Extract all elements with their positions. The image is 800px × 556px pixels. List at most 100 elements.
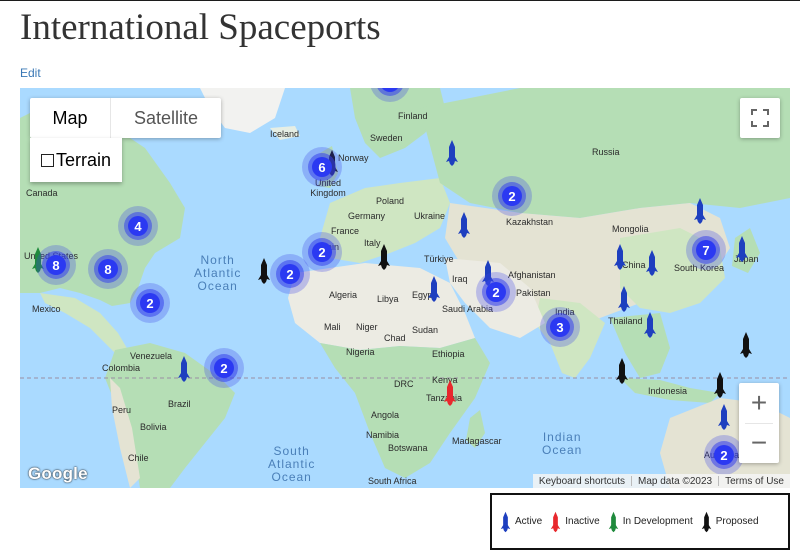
rocket-marker-proposed[interactable] (257, 258, 271, 284)
rocket-marker-active[interactable] (645, 250, 659, 276)
cluster-marker[interactable]: 4 (118, 206, 158, 246)
rocket-marker-proposed[interactable] (713, 372, 727, 398)
zoom-control: + − (739, 383, 779, 463)
country-label: France (331, 226, 360, 236)
map-data-text: Map data ©2023 (638, 475, 713, 487)
country-label: Afghanistan (508, 270, 556, 280)
legend-label: In Development (622, 516, 693, 527)
terrain-checkbox[interactable] (41, 153, 54, 167)
ocean-label: South Atlantic Ocean (268, 444, 316, 484)
fullscreen-icon (751, 109, 769, 127)
zoom-divider (745, 423, 773, 424)
country-label: South Africa (368, 476, 417, 486)
plus-icon: + (750, 387, 768, 418)
rocket-marker-active[interactable] (617, 286, 631, 312)
country-label: Russia (592, 147, 620, 157)
rocket-icon-in-development (608, 511, 618, 532)
minus-icon: − (750, 427, 768, 458)
country-label: Botswana (388, 443, 428, 453)
legend-label: Active (515, 516, 543, 527)
country-label: Brazil (168, 399, 191, 409)
legend-label: Inactive (565, 516, 600, 527)
country-label: Mongolia (612, 224, 649, 234)
country-label: Libya (377, 294, 399, 304)
country-label: Niger (356, 322, 378, 332)
cluster-marker[interactable]: 2 (204, 348, 244, 388)
cluster-marker[interactable]: 2 (476, 272, 516, 312)
rocket-marker-active[interactable] (457, 212, 471, 238)
rocket-marker-proposed[interactable] (377, 244, 391, 270)
country-label: Mali (324, 322, 341, 332)
country-label: Türkiye (424, 254, 454, 264)
map-legend: Active Inactive In Development Proposed (490, 493, 790, 550)
country-label: Nigeria (346, 347, 375, 357)
fullscreen-button[interactable] (740, 98, 780, 138)
country-label: Sweden (370, 133, 403, 143)
terrain-label: Terrain (56, 149, 112, 170)
ocean-label: North Atlantic Ocean (194, 253, 242, 293)
cluster-marker[interactable]: 8 (88, 249, 128, 289)
rocket-marker-active[interactable] (177, 356, 191, 382)
legend-item-in-development: In Development (608, 509, 693, 535)
country-label: Ukraine (414, 211, 446, 221)
rocket-marker-inactive[interactable] (443, 380, 457, 406)
cluster-marker[interactable]: 2 (704, 435, 744, 475)
rocket-marker-active[interactable] (717, 404, 731, 430)
rocket-marker-proposed[interactable] (615, 358, 629, 384)
rocket-marker-active[interactable] (613, 244, 627, 270)
country-label: Mexico (32, 304, 61, 314)
country-label: Madagascar (452, 436, 502, 446)
legend-item-inactive: Inactive (550, 509, 600, 535)
rocket-icon-proposed (701, 511, 711, 532)
country-label: Chad (384, 333, 406, 343)
map-attribution: Keyboard shortcuts Map data ©2023 Terms … (532, 474, 790, 488)
page-title: International Spaceports (20, 7, 381, 48)
terrain-toggle[interactable]: Terrain (30, 138, 122, 182)
country-label: Algeria (329, 290, 358, 300)
country-label: Iraq (452, 274, 468, 284)
country-label: Poland (376, 196, 405, 206)
country-label: Pakistan (516, 288, 551, 298)
rocket-marker-active[interactable] (693, 198, 707, 224)
map-type-map-button[interactable]: Map (30, 98, 111, 138)
country-label: Sudan (412, 325, 439, 335)
rocket-marker-active[interactable] (735, 236, 749, 262)
country-label: Ethiopia (432, 349, 465, 359)
legend-item-active: Active (500, 509, 542, 535)
zoom-out-button[interactable]: − (739, 423, 779, 463)
map-type-control: Map Satellite (30, 98, 221, 138)
cluster-marker[interactable]: 2 (302, 232, 342, 272)
cluster-marker[interactable]: 6 (302, 147, 342, 187)
rocket-marker-active[interactable] (445, 140, 459, 166)
country-label: Thailand (608, 316, 643, 326)
country-label: Indonesia (648, 386, 688, 396)
keyboard-shortcuts-link[interactable]: Keyboard shortcuts (533, 476, 631, 487)
legend-label: Proposed (715, 516, 759, 527)
google-logo[interactable]: Google (28, 464, 88, 484)
country-label: Bolivia (140, 422, 167, 432)
rocket-icon-inactive (551, 511, 561, 532)
ocean-label: Indian Ocean (542, 430, 583, 457)
country-label: Venezuela (130, 351, 173, 361)
cluster-marker[interactable]: 3 (540, 307, 580, 347)
cluster-marker[interactable]: 8 (36, 245, 76, 285)
country-label: Canada (26, 188, 58, 198)
country-label: Chile (128, 453, 149, 463)
edit-link[interactable]: Edit (20, 66, 41, 80)
country-label: Peru (112, 405, 132, 415)
country-label: DRC (394, 379, 414, 389)
country-label: Kazakhstan (506, 217, 554, 227)
map-container[interactable]: Iceland Finland Sweden Norway United Kin… (20, 88, 790, 488)
map-type-satellite-button[interactable]: Satellite (111, 98, 221, 138)
cluster-marker[interactable]: 2 (492, 176, 532, 216)
rocket-marker-proposed[interactable] (739, 332, 753, 358)
country-label: Finland (398, 111, 428, 121)
rocket-marker-active[interactable] (427, 276, 441, 302)
zoom-in-button[interactable]: + (739, 383, 779, 423)
rocket-marker-active[interactable] (643, 312, 657, 338)
terms-of-use-link[interactable]: Terms of Use (719, 476, 790, 487)
country-label: Colombia (102, 363, 141, 373)
cluster-marker[interactable]: 2 (130, 283, 170, 323)
country-label: Norway (338, 153, 369, 163)
cluster-marker[interactable]: 7 (686, 230, 726, 270)
